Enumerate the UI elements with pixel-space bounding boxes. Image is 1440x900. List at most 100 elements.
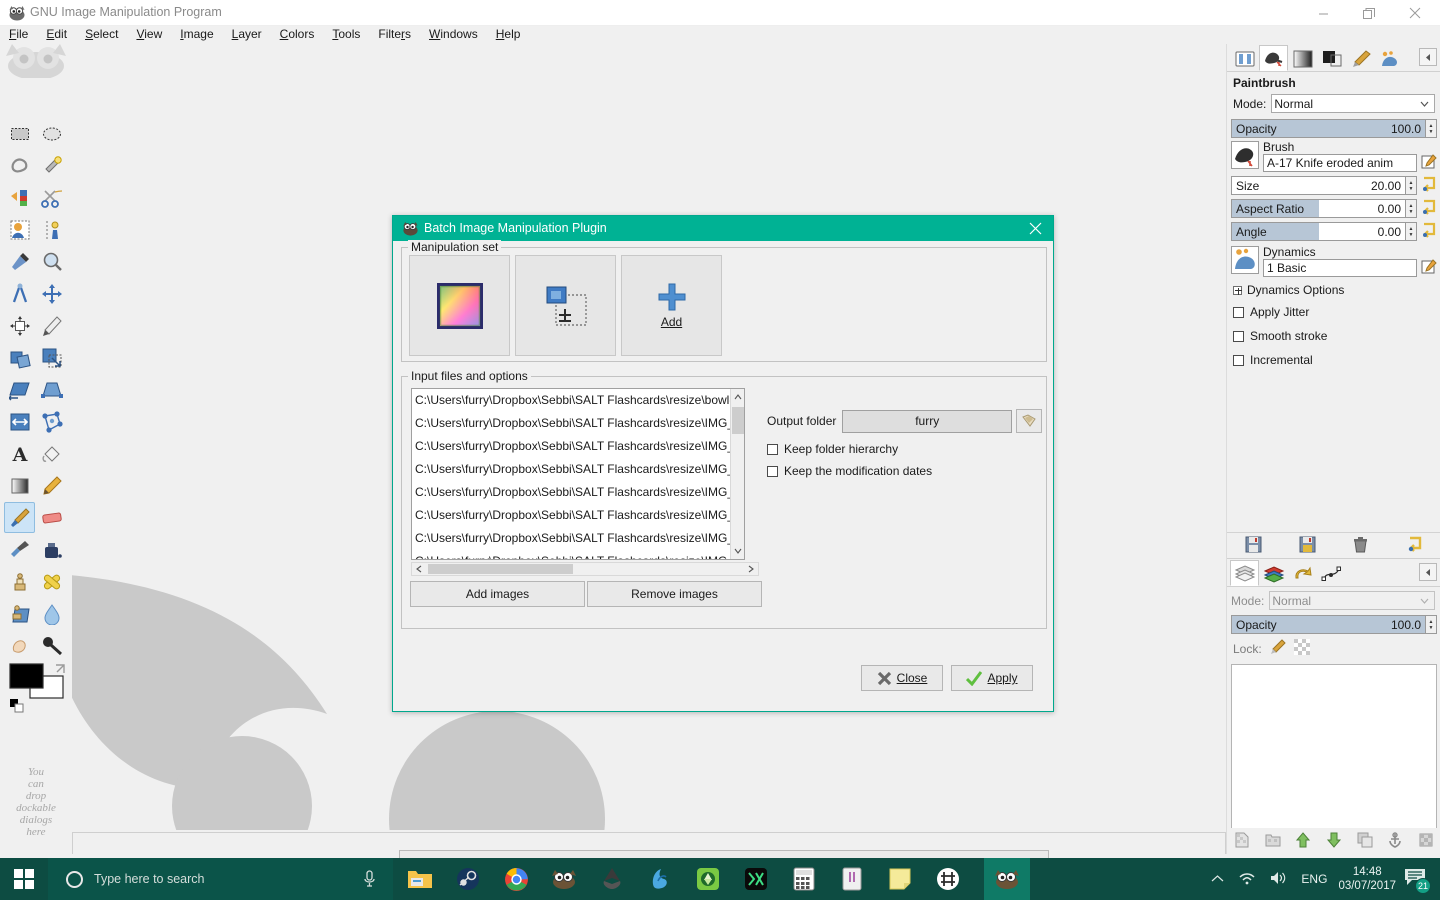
list-item[interactable]: C:\Users\furry\Dropbox\Sebbi\SALT Flashc… [412,550,744,559]
restore-tool-preset-icon[interactable] [1299,536,1316,556]
action-center-icon[interactable]: 21 [1404,867,1431,894]
menu-layer[interactable]: Layer [223,26,271,43]
rect-select-tool[interactable] [4,118,35,149]
inkscape-icon[interactable] [588,858,636,900]
input-file-list[interactable]: C:\Users\furry\Dropbox\Sebbi\SALT Flashc… [411,388,745,560]
krita-icon[interactable] [636,858,684,900]
size-spinner[interactable]: ▲ ▼ [1406,176,1417,195]
layers-dock-menu-button[interactable] [1419,563,1437,581]
minimize-button[interactable] [1300,0,1346,26]
size-slider[interactable]: Size 20.00 [1231,176,1406,195]
vertical-scroll-thumb[interactable] [732,407,744,434]
brush-thumbnail[interactable] [1231,141,1259,169]
opacity-spinner[interactable]: ▲ ▼ [1426,119,1437,138]
speaker-icon[interactable] [1270,871,1287,888]
brush-name-field[interactable]: A-17 Knife eroded anim [1263,154,1417,172]
horizontal-scroll-thumb[interactable] [428,564,573,574]
keep-folder-hierarchy-row[interactable]: Keep folder hierarchy [767,433,1042,456]
anchor-layer-icon[interactable] [1387,831,1403,851]
keep-modification-dates-checkbox[interactable] [767,465,778,477]
language-indicator[interactable]: ENG [1301,872,1327,886]
incremental-checkbox[interactable] [1233,354,1244,366]
clock[interactable]: 14:48 03/07/2017 [1338,865,1396,893]
clone-tool[interactable] [4,566,35,597]
microphone-icon[interactable] [362,870,377,891]
duplicate-layer-icon[interactable] [1357,832,1373,851]
list-item[interactable]: C:\Users\furry\Dropbox\Sebbi\SALT Flashc… [412,435,744,458]
brushes-tab[interactable] [1259,45,1288,71]
patterns-tab[interactable] [1317,45,1346,71]
raise-layer-icon[interactable] [1295,831,1311,851]
menu-view[interactable]: View [127,26,171,43]
lambda-app-icon[interactable] [732,858,780,900]
smudge-tool[interactable] [4,630,35,661]
gimp-icon[interactable] [540,858,588,900]
reset-aspect-ratio-icon[interactable] [1421,199,1437,218]
zoom-tool[interactable] [36,246,67,277]
scale-tool[interactable] [36,342,67,373]
airbrush-tool[interactable] [4,534,35,565]
color-correction-manipulation[interactable] [409,255,510,356]
heal-tool[interactable] [36,566,67,597]
dodge-burn-tool[interactable] [36,630,67,661]
layer-opacity-spinner[interactable]: ▲ ▼ [1426,615,1437,634]
bimp-close-icon[interactable] [1017,216,1053,241]
ellipse-select-tool[interactable] [36,118,67,149]
cage-transform-tool[interactable] [36,406,67,437]
perspective-tool[interactable] [36,374,67,405]
layers-list[interactable] [1231,664,1437,840]
list-item[interactable]: C:\Users\furry\Dropbox\Sebbi\SALT Flashc… [412,527,744,550]
output-folder-button[interactable]: furry [842,409,1012,433]
gimp-active-icon[interactable] [984,858,1030,900]
fuzzy-select-tool[interactable] [36,150,67,181]
paintbrush-tool[interactable] [4,502,35,533]
scroll-left-icon[interactable] [412,563,426,575]
keep-folder-hierarchy-checkbox[interactable] [767,443,778,455]
new-layer-group-icon[interactable] [1265,832,1281,851]
edit-brush-icon[interactable] [1420,153,1437,170]
foreground-select-tool[interactable] [4,214,35,245]
angle-spinner[interactable]: ▲ ▼ [1406,222,1417,241]
aspect-ratio-spinner[interactable]: ▲ ▼ [1406,199,1417,218]
menu-windows[interactable]: Windows [420,26,487,43]
opacity-slider[interactable]: Opacity 100.0 [1231,119,1426,138]
perspective-clone-tool[interactable] [4,598,35,629]
dynamics-thumbnail[interactable] [1231,246,1259,274]
start-button[interactable] [0,858,48,900]
move-tool[interactable] [36,278,67,309]
reset-size-icon[interactable] [1421,176,1437,195]
paths-tool[interactable] [36,214,67,245]
steam-icon[interactable] [444,858,492,900]
scroll-down-icon[interactable] [731,543,744,559]
keep-modification-dates-row[interactable]: Keep the modification dates [767,456,1042,478]
incremental-row[interactable]: Incremental [1227,346,1440,370]
delete-layer-icon[interactable] [1418,832,1434,851]
menu-edit[interactable]: Edit [37,26,76,43]
color-picker-tool[interactable] [4,246,35,277]
scroll-up-icon[interactable] [731,389,744,405]
sticky-notes-icon[interactable] [876,858,924,900]
list-item[interactable]: C:\Users\furry\Dropbox\Sebbi\SALT Flashc… [412,389,744,412]
file-list-vertical-scrollbar[interactable] [730,389,744,559]
angle-slider[interactable]: Angle 0.00 [1231,222,1406,241]
evernote-icon[interactable] [684,858,732,900]
search-input[interactable]: Type here to search [48,858,393,900]
maximize-button[interactable] [1346,0,1392,26]
crop-tool[interactable] [36,310,67,341]
add-images-button[interactable]: Add images [410,581,585,607]
ink-tool[interactable] [36,534,67,565]
list-item[interactable]: C:\Users\furry\Dropbox\Sebbi\SALT Flashc… [412,504,744,527]
app-icon[interactable] [924,858,972,900]
dynamics-name-field[interactable]: 1 Basic [1263,259,1417,277]
menu-file[interactable]: FFileile [0,26,37,43]
free-select-tool[interactable] [4,150,35,181]
reset-angle-icon[interactable] [1421,222,1437,241]
close-button[interactable] [1392,0,1438,26]
foreground-background-color-swatch[interactable] [8,662,68,714]
resize-manipulation[interactable] [515,255,616,356]
eraser-tool[interactable] [36,502,67,533]
delete-tool-preset-icon[interactable] [1352,536,1369,556]
gradient-tool[interactable] [4,470,35,501]
list-item[interactable]: C:\Users\furry\Dropbox\Sebbi\SALT Flashc… [412,481,744,504]
menu-select[interactable]: Select [76,26,127,43]
